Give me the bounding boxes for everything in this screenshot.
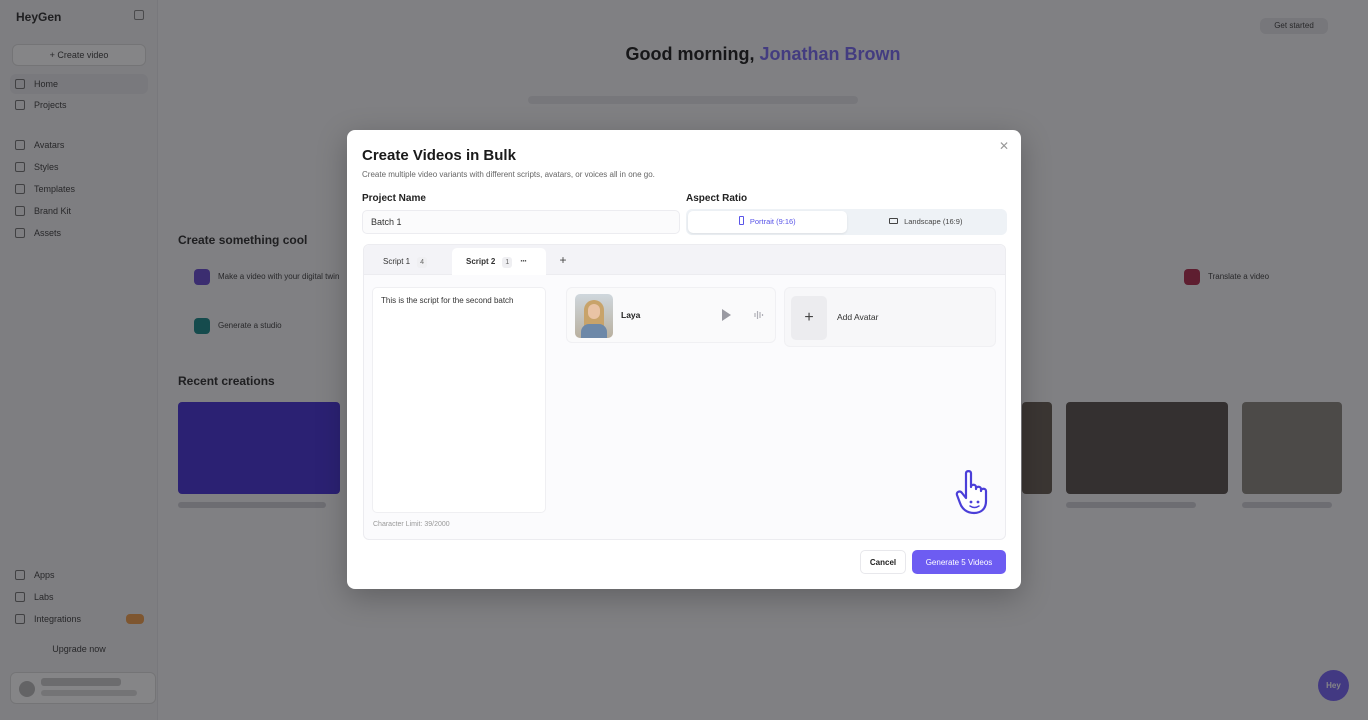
tab-count-badge: 4	[417, 257, 428, 268]
add-avatar-label: Add Avatar	[837, 312, 879, 322]
add-script-tab-button[interactable]: +	[556, 253, 570, 267]
voice-wave-icon[interactable]	[753, 309, 765, 321]
pointer-hand-icon	[955, 470, 988, 515]
plus-icon: +	[791, 296, 827, 340]
modal-subtitle: Create multiple video variants with diff…	[362, 170, 655, 179]
tab-count-badge: 1	[502, 257, 513, 268]
avatar-card[interactable]: Laya	[566, 287, 776, 343]
aspect-option-portrait[interactable]: Portrait (9:16)	[688, 211, 847, 233]
generate-videos-button[interactable]: Generate 5 Videos	[912, 550, 1006, 574]
add-avatar-button[interactable]: + Add Avatar	[784, 287, 996, 347]
cancel-button[interactable]: Cancel	[860, 550, 906, 574]
project-name-label: Project Name	[362, 193, 426, 204]
bulk-create-modal: ✕ Create Videos in Bulk Create multiple …	[347, 130, 1021, 589]
close-icon[interactable]: ✕	[997, 139, 1011, 153]
aspect-ratio-label: Aspect Ratio	[686, 193, 748, 204]
avatar-thumbnail	[575, 294, 613, 338]
avatar-name: Laya	[621, 310, 641, 320]
script-textarea[interactable]: This is the script for the second batch	[372, 287, 546, 513]
script-panel: Script 14 Script 2 1 ··· + This is the scr…	[363, 244, 1006, 540]
script-tabs: Script 14 Script 2 1 ··· +	[364, 245, 1005, 275]
project-name-input[interactable]	[362, 210, 680, 234]
portrait-icon	[738, 216, 744, 225]
aspect-option-landscape[interactable]: Landscape (16:9)	[847, 211, 1006, 233]
aspect-ratio-toggle: Portrait (9:16) Landscape (16:9)	[686, 209, 1007, 235]
tab-script-1[interactable]: Script 14	[383, 248, 449, 275]
character-limit: Character Limit: 39/2000	[373, 521, 450, 528]
more-options-icon[interactable]: ···	[520, 248, 527, 275]
landscape-icon	[889, 218, 899, 224]
modal-title: Create Videos in Bulk	[362, 147, 516, 164]
tab-script-2[interactable]: Script 2 1 ···	[452, 248, 546, 275]
play-icon[interactable]	[722, 309, 731, 321]
